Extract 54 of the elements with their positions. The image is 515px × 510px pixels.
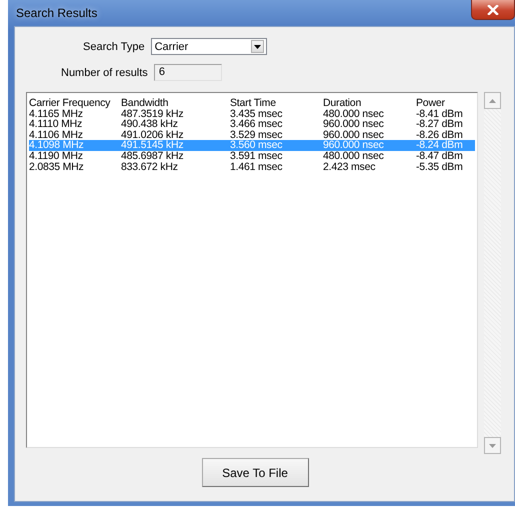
table-cell-text: -5.35 dBm xyxy=(416,162,464,172)
search-type-dropdown[interactable]: Carrier xyxy=(150,38,267,55)
result-row[interactable]: 2.0835 MHz 833.672 kHz 1.461 msec 2.423 msec -5.35 dBm xyxy=(29,162,475,172)
table-cell-text: -8.41 dBm xyxy=(416,108,464,120)
search-type-label: Search Type xyxy=(83,40,145,52)
result-row[interactable]: 4.1190 MHz 485.6987 kHz 3.591 msec 480.000 nsec -8.47 dBm xyxy=(29,150,475,162)
table-cell-text: 3.591 msec xyxy=(230,150,284,162)
table-cell-text: 480.000 nsec xyxy=(323,108,385,120)
result-row[interactable]: 4.1106 MHz 491.0206 kHz 3.529 msec 960.000 nsec -8.26 dBm xyxy=(29,130,475,140)
table-cell-text: 1.461 msec xyxy=(230,162,284,172)
table-cell-text: 4.1098 MHz xyxy=(29,140,85,151)
table-cell-text: 960.000 nsec xyxy=(323,140,385,151)
table-cell-text: 487.3519 kHz xyxy=(121,108,184,120)
column-heading: Bandwidth xyxy=(121,98,170,109)
table-cell-text: -8.26 dBm xyxy=(416,130,464,140)
table-cell-text: 4.1190 MHz xyxy=(29,150,84,162)
close-icon xyxy=(487,4,499,14)
table-cell-text: 490.438 kHz xyxy=(121,119,178,130)
column-heading: Duration xyxy=(323,98,362,109)
up-arrow-icon xyxy=(489,98,496,102)
scroll-up-button[interactable] xyxy=(484,92,501,109)
result-row[interactable]: 4.1165 MHz 487.3519 kHz 3.435 msec 480.000 nsec -8.41 dBm xyxy=(29,108,475,120)
table-cell-text: -8.27 dBm xyxy=(416,119,464,130)
table-cell-text: 485.6987 kHz xyxy=(121,150,184,162)
save-to-file-button[interactable]: Save To File xyxy=(202,458,308,487)
table-cell-text: 3.435 msec xyxy=(230,108,284,120)
table-cell-text: 4.1165 MHz xyxy=(29,108,83,120)
table-cell-text: -8.47 dBm xyxy=(416,150,464,162)
column-heading: Carrier Frequency xyxy=(29,98,112,109)
table-cell-text: 3.466 msec xyxy=(230,119,284,130)
down-arrow-icon xyxy=(489,444,496,448)
table-cell-text: 960.000 nsec xyxy=(323,130,385,140)
table-cell-text: 833.672 kHz xyxy=(121,162,179,172)
table-cell-text: 3.560 msec xyxy=(230,140,284,151)
scroll-down-button[interactable] xyxy=(484,437,501,454)
column-heading: Start Time xyxy=(230,98,277,109)
result-count-label: Number of results xyxy=(61,66,148,78)
results-list[interactable] xyxy=(26,92,478,448)
column-heading: Power xyxy=(416,98,446,109)
table-cell-text: 480.000 nsec xyxy=(323,150,385,162)
table-cell-text: 491.0206 kHz xyxy=(121,130,184,140)
table-cell-text: 4.1106 MHz xyxy=(29,130,83,140)
table-cell-text: 960.000 nsec xyxy=(323,119,385,130)
table-cell-text: 2.0835 MHz xyxy=(29,162,85,172)
close-button[interactable] xyxy=(471,0,515,20)
table-cell-text: 3.529 msec xyxy=(230,130,284,140)
table-cell-text: 2.423 msec xyxy=(323,162,376,172)
window-title: Search Results xyxy=(16,6,98,20)
table-cell-text: 491.5145 kHz xyxy=(121,140,184,151)
result-count-field: 6 xyxy=(154,64,222,81)
table-cell-text: 4.1110 MHz xyxy=(29,119,84,130)
table-cell-text: -8.24 dBm xyxy=(416,140,464,151)
result-row[interactable]: 4.1110 MHz 490.438 kHz 3.466 msec 960.000 nsec -8.27 dBm xyxy=(29,119,475,130)
scrollbar[interactable] xyxy=(484,92,501,454)
